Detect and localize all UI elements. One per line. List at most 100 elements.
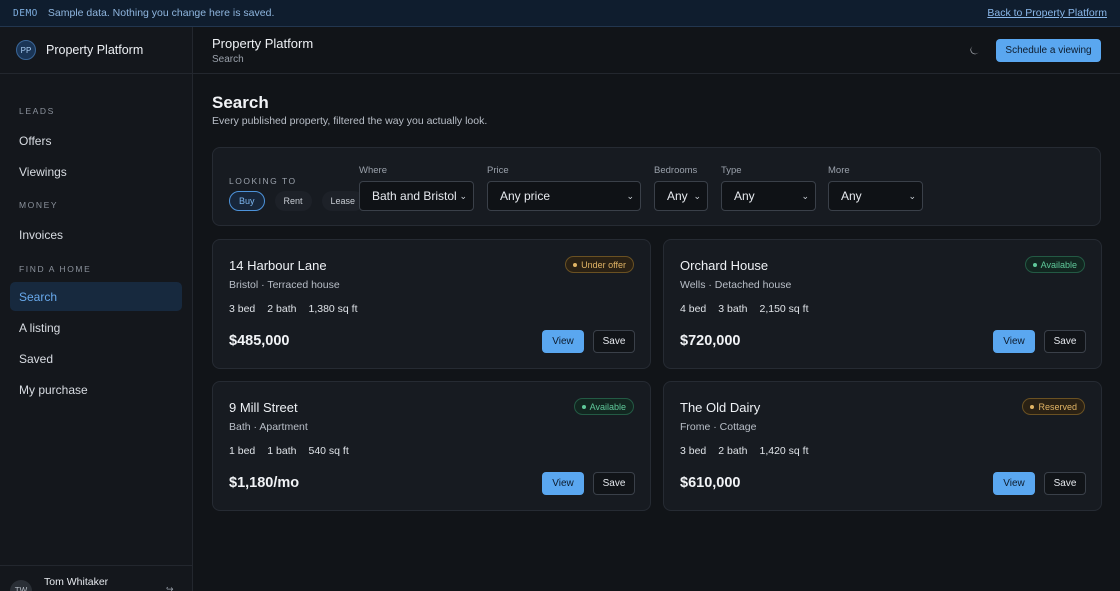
page-title: Search [212, 93, 269, 112]
status-badge: Reserved [1022, 398, 1085, 415]
area: 1,420 sq ft [759, 445, 809, 457]
listing-stats: 3 bed 2 bath 1,420 sq ft [680, 445, 809, 457]
user-name: Tom Whitaker [44, 576, 109, 588]
view-button[interactable]: View [993, 330, 1035, 353]
demo-banner: DEMO Sample data. Nothing you change her… [0, 0, 1120, 27]
listing-meta: Bristol · Terraced house [229, 279, 340, 291]
sidebar-item-my-purchase[interactable]: My purchase [10, 375, 182, 404]
save-button[interactable]: Save [593, 330, 635, 353]
listing-meta: Frome · Cottage [680, 421, 757, 433]
listing-meta: Bath · Apartment [229, 421, 308, 433]
baths: 2 bath [718, 445, 748, 457]
nav-section-leads: LEADS Offers Viewings [0, 104, 192, 186]
brand-logo: PP [16, 40, 36, 60]
sidebar-item-viewings[interactable]: Viewings [10, 157, 182, 186]
listing-title[interactable]: 14 Harbour Lane [229, 258, 327, 273]
baths: 1 bath [267, 445, 297, 457]
app-title: Property Platform [212, 36, 314, 51]
listing-price: $1,180/mo [229, 475, 300, 491]
listing-title[interactable]: The Old Dairy [680, 400, 760, 415]
page-subtitle: Every published property, filtered the w… [212, 115, 488, 127]
beds: 3 bed [680, 445, 707, 457]
save-button[interactable]: Save [593, 472, 635, 495]
nav-heading: LEADS [19, 106, 55, 116]
chevron-down-icon: ⌄ [693, 191, 701, 201]
listing-price: $720,000 [680, 333, 741, 349]
where-value: Bath and Bristol [372, 189, 457, 203]
status-badge: Available [573, 398, 634, 415]
view-button[interactable]: View [542, 330, 584, 353]
area: 540 sq ft [308, 445, 349, 457]
listing-price: $485,000 [229, 333, 290, 349]
listing-card: 9 Mill Street Available Bath · Apartment… [212, 381, 651, 511]
nav-heading: FIND A HOME [19, 264, 92, 274]
moon-icon[interactable] [967, 43, 981, 57]
where-label: Where [359, 165, 387, 176]
save-button[interactable]: Save [1044, 472, 1086, 495]
price-select[interactable]: Any price ⌄ [487, 181, 641, 211]
nav-section-money: MONEY Invoices [0, 198, 192, 249]
baths: 3 bath [718, 303, 748, 315]
demo-tag: DEMO [13, 7, 38, 19]
chevron-down-icon: ⌄ [908, 191, 916, 201]
listing-meta: Wells · Detached house [680, 279, 792, 291]
type-select[interactable]: Any ⌄ [721, 181, 816, 211]
listing-card: Orchard House Available Wells · Detached… [663, 239, 1102, 369]
listing-price: $610,000 [680, 475, 741, 491]
topbar: Property Platform Search Schedule a view… [193, 27, 1120, 74]
beds: 4 bed [680, 303, 707, 315]
filter-bar: LOOKING TO Buy Rent Lease Where Bath and… [212, 147, 1101, 226]
area: 2,150 sq ft [759, 303, 809, 315]
chevron-down-icon: ⌄ [459, 191, 467, 201]
bedrooms-label: Bedrooms [654, 165, 698, 176]
bedrooms-value: Any [667, 189, 688, 203]
view-button[interactable]: View [993, 472, 1035, 495]
baths: 2 bath [267, 303, 297, 315]
sidebar-item-search[interactable]: Search [10, 282, 182, 311]
type-value: Any [734, 189, 755, 203]
beds: 1 bed [229, 445, 256, 457]
nav-heading: MONEY [19, 200, 59, 210]
price-label: Price [487, 165, 509, 176]
more-select[interactable]: Any ⌄ [828, 181, 923, 211]
chevron-down-icon: ⌄ [801, 191, 809, 201]
sidebar-item-saved[interactable]: Saved [10, 344, 182, 373]
nav-section-find-a-home: FIND A HOME Search A listing Saved My pu… [0, 262, 192, 404]
listing-title[interactable]: 9 Mill Street [229, 400, 298, 415]
sidebar-item-offers[interactable]: Offers [10, 126, 182, 155]
breadcrumb: Search [212, 54, 244, 65]
status-badge: Available [1024, 256, 1085, 273]
sidebar-item-a-listing[interactable]: A listing [10, 313, 182, 342]
demo-message: Sample data. Nothing you change here is … [47, 7, 275, 19]
save-button[interactable]: Save [1044, 330, 1086, 353]
more-value: Any [841, 189, 862, 203]
mode-buy-button[interactable]: Buy [229, 191, 265, 211]
sidebar: PP Property Platform LEADS Offers Viewin… [0, 27, 193, 591]
price-value: Any price [500, 189, 551, 203]
view-button[interactable]: View [542, 472, 584, 495]
mode-rent-button[interactable]: Rent [274, 191, 312, 211]
listing-stats: 3 bed 2 bath 1,380 sq ft [229, 303, 358, 315]
sidebar-item-invoices[interactable]: Invoices [10, 220, 182, 249]
user-profile[interactable]: TW Tom Whitaker ↪ [0, 565, 192, 591]
avatar: TW [10, 580, 32, 591]
mode-toggle: Buy Rent Lease [229, 191, 365, 211]
schedule-viewing-button[interactable]: Schedule a viewing [996, 39, 1101, 62]
mode-lease-button[interactable]: Lease [321, 191, 365, 211]
listing-card: 14 Harbour Lane Under offer Bristol · Te… [212, 239, 651, 369]
listing-stats: 1 bed 1 bath 540 sq ft [229, 445, 349, 457]
brand-name: Property Platform [46, 43, 144, 57]
type-label: Type [721, 165, 742, 176]
chevron-down-icon: ⌄ [626, 191, 634, 201]
where-select[interactable]: Bath and Bristol ⌄ [359, 181, 474, 211]
listing-title[interactable]: Orchard House [680, 258, 768, 273]
brand[interactable]: PP Property Platform [0, 27, 192, 74]
sign-out-icon[interactable]: ↪ [166, 584, 174, 591]
looking-to-label: LOOKING TO [229, 176, 297, 186]
area: 1,380 sq ft [308, 303, 358, 315]
status-badge: Under offer [565, 256, 634, 273]
bedrooms-select[interactable]: Any ⌄ [654, 181, 708, 211]
listing-card: The Old Dairy Reserved Frome · Cottage 3… [663, 381, 1102, 511]
back-link[interactable]: Back to Property Platform [987, 7, 1107, 19]
more-label: More [828, 165, 850, 176]
